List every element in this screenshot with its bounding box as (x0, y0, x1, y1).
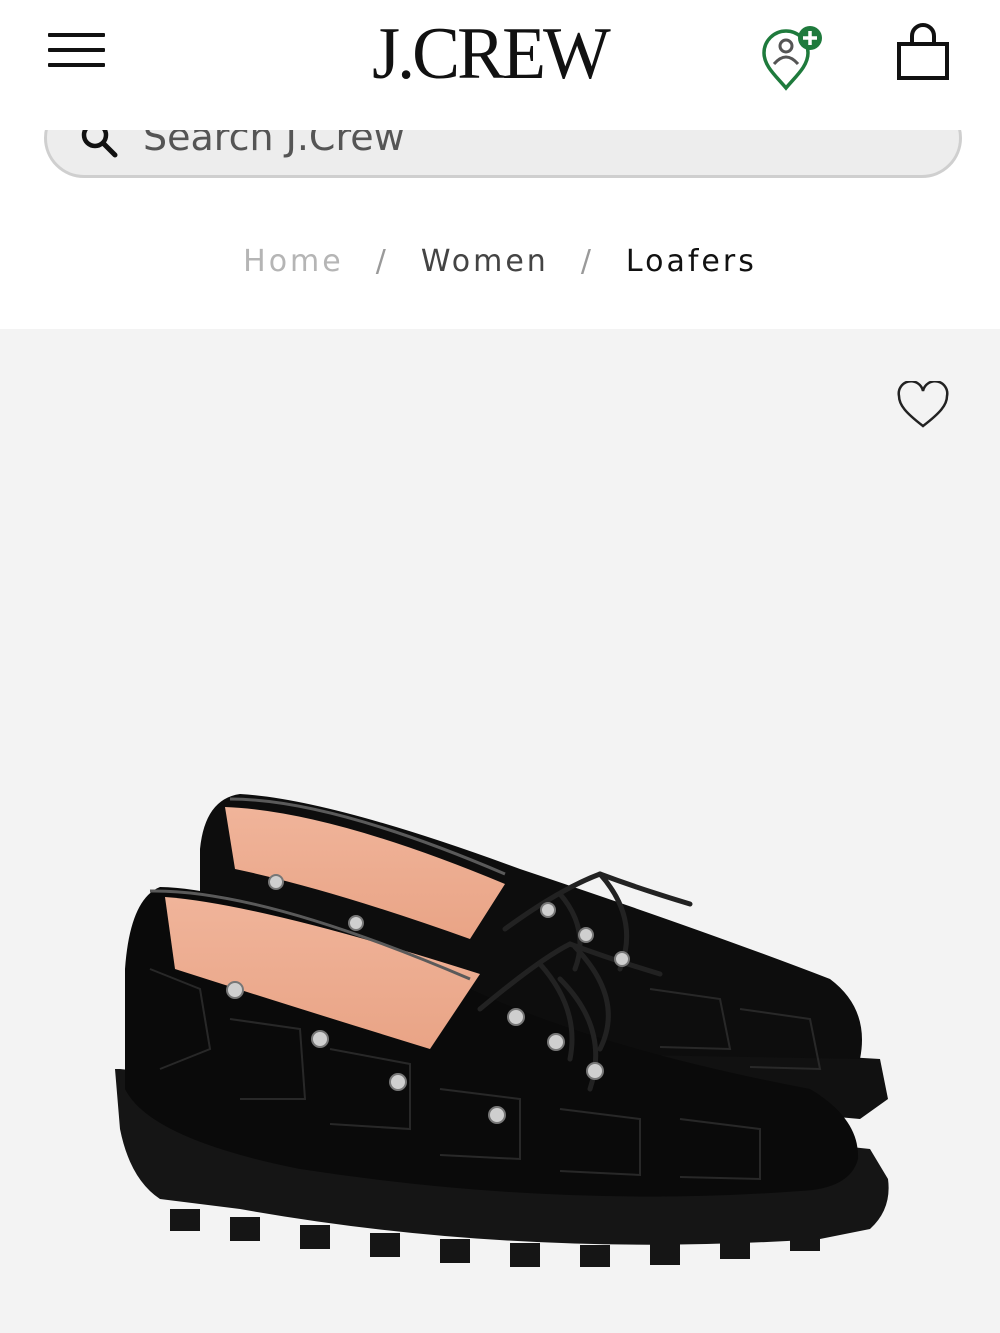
wishlist-button[interactable] (896, 379, 950, 431)
heart-outline-icon (897, 379, 949, 428)
top-header: J.CREW (0, 0, 1000, 130)
breadcrumb-women[interactable]: Women (421, 244, 549, 279)
menu-bar (48, 48, 105, 52)
breadcrumb-separator: / (580, 243, 594, 279)
store-locator-button[interactable] (756, 22, 828, 94)
shopping-bag-icon (897, 23, 949, 80)
brand-logo[interactable]: J.CREW (345, 14, 636, 94)
breadcrumb: Home / Women / Loafers (0, 236, 1000, 286)
menu-bar (48, 63, 105, 67)
breadcrumb-home[interactable]: Home (243, 244, 344, 279)
menu-bar (48, 33, 105, 37)
product-image-area[interactable] (0, 329, 1000, 1333)
location-pin-icon (762, 26, 822, 91)
breadcrumb-loafers: Loafers (625, 243, 757, 279)
product-image (115, 794, 889, 1267)
menu-button[interactable] (46, 28, 108, 72)
breadcrumb-separator: / (375, 243, 389, 279)
shopping-bag-button[interactable] (892, 22, 954, 84)
